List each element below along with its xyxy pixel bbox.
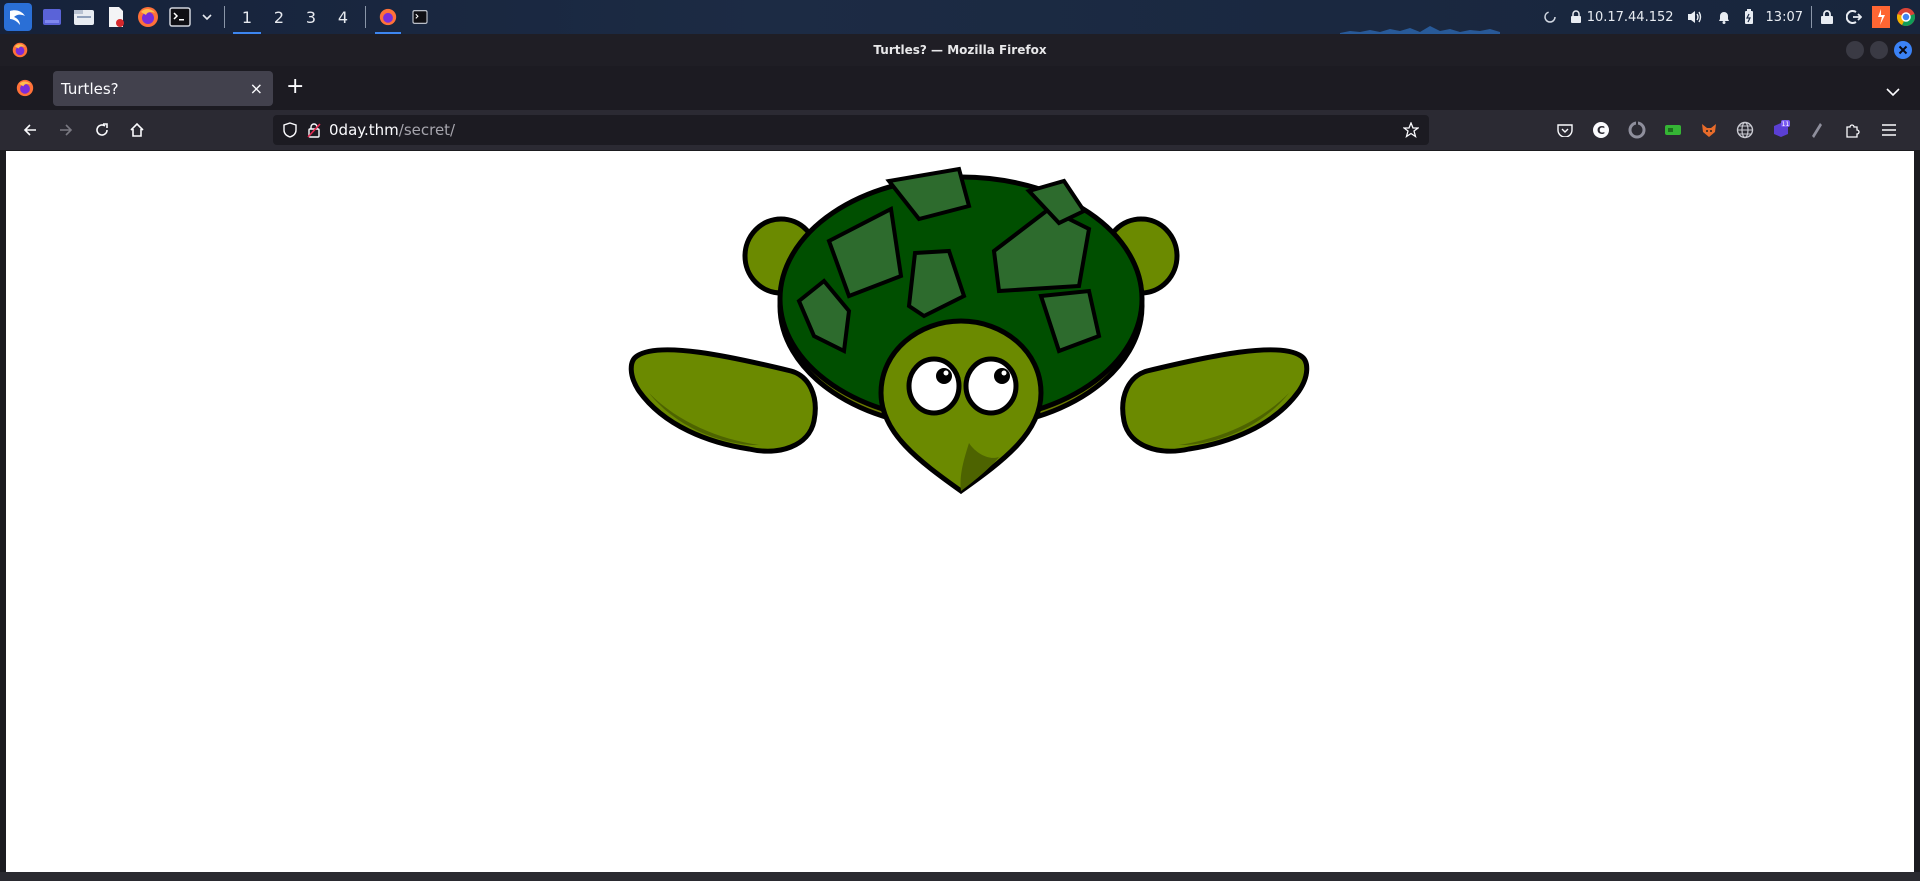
svg-text:C: C: [1597, 124, 1605, 137]
new-tab-button[interactable]: +: [286, 74, 304, 99]
hacktools-icon[interactable]: [1800, 110, 1834, 150]
logout-icon[interactable]: [1846, 0, 1862, 34]
shield-icon[interactable]: [283, 122, 297, 138]
window-bottom-border: [0, 872, 1920, 881]
svg-text:11: 11: [1782, 121, 1790, 128]
page-content: [6, 151, 1914, 872]
firefox-view-button[interactable]: [16, 79, 34, 101]
list-all-tabs-button[interactable]: [1886, 82, 1900, 101]
wappalyzer-icon[interactable]: 11: [1764, 110, 1798, 150]
lock-screen-icon[interactable]: [1820, 0, 1834, 34]
url-text: 0day.thm/secret/: [329, 121, 455, 139]
workspace-1[interactable]: 1: [231, 0, 263, 34]
window-titlebar[interactable]: Turtles? — Mozilla Firefox: [0, 34, 1920, 66]
chevron-down-icon: [1886, 88, 1900, 97]
terminal-icon: [412, 10, 428, 24]
fox-extension-icon[interactable]: [1692, 110, 1726, 150]
terminal-icon[interactable]: [167, 4, 193, 30]
maximize-button[interactable]: [1870, 41, 1888, 59]
text-editor-icon[interactable]: [103, 4, 129, 30]
firefox-icon: [16, 79, 34, 97]
tab-turtles[interactable]: Turtles? ×: [53, 71, 273, 106]
divider: [1811, 6, 1812, 28]
back-button[interactable]: [14, 110, 46, 150]
home-button[interactable]: [121, 110, 153, 150]
url-host: 0day.thm: [329, 121, 399, 139]
top-panel: 1 2 3 4 10.17.44.152 13:07: [0, 0, 1920, 34]
taskbar-terminal-window[interactable]: [404, 0, 436, 34]
back-arrow-icon: [23, 124, 36, 136]
pocket-icon[interactable]: [1548, 110, 1582, 150]
volume-icon[interactable]: [1686, 0, 1704, 34]
turtle-image: [628, 166, 1310, 495]
battery-icon[interactable]: [1744, 0, 1754, 34]
firefox-icon: [379, 8, 397, 26]
cookie-editor-icon[interactable]: C: [1584, 110, 1618, 150]
taskbar-firefox-window[interactable]: [372, 0, 404, 34]
url-path: /secret/: [398, 121, 456, 139]
reload-icon: [96, 123, 108, 136]
nav-toolbar: 0day.thm/secret/ C 11: [0, 110, 1920, 150]
url-bar[interactable]: 0day.thm/secret/: [273, 115, 1429, 145]
burpsuite-icon[interactable]: [1872, 0, 1890, 34]
forward-arrow-icon: [60, 124, 73, 136]
insecure-lock-icon[interactable]: [307, 122, 321, 138]
divider: [365, 6, 366, 28]
firefox-icon: [12, 42, 28, 58]
workspace-3[interactable]: 3: [295, 0, 327, 34]
window-title: Turtles? — Mozilla Firefox: [873, 43, 1047, 57]
workspace-2[interactable]: 2: [263, 0, 295, 34]
close-window-button[interactable]: [1894, 41, 1912, 59]
notifications-bell-icon[interactable]: [1716, 0, 1732, 34]
foxyproxy-icon[interactable]: [1656, 110, 1690, 150]
chrome-icon[interactable]: [1896, 0, 1916, 34]
workspace-4[interactable]: 4: [327, 0, 359, 34]
proxy-toggle-icon[interactable]: [1620, 110, 1654, 150]
divider: [224, 6, 225, 28]
minimize-button[interactable]: [1846, 41, 1864, 59]
network-activity-graph: [1340, 26, 1500, 34]
ip-address: 10.17.44.152: [1586, 9, 1674, 25]
hamburger-menu-icon[interactable]: [1872, 110, 1906, 150]
vpn-icon[interactable]: [1569, 0, 1583, 34]
close-icon: [1898, 45, 1908, 55]
files-icon[interactable]: [71, 4, 97, 30]
tab-label: Turtles?: [61, 79, 119, 98]
home-icon: [130, 122, 144, 137]
firefox-icon[interactable]: [135, 4, 161, 30]
clock[interactable]: 13:07: [1766, 0, 1803, 34]
tab-bar: Turtles? × +: [0, 66, 1920, 110]
desktop-icon[interactable]: [39, 4, 65, 30]
extensions-puzzle-icon[interactable]: [1836, 110, 1870, 150]
globe-icon[interactable]: [1728, 110, 1762, 150]
chevron-down-icon[interactable]: [199, 4, 215, 30]
loading-spinner-icon: [1543, 0, 1557, 34]
reload-button[interactable]: [86, 110, 118, 150]
bookmark-star-icon[interactable]: [1403, 122, 1419, 138]
tab-close-icon[interactable]: ×: [250, 79, 263, 98]
kali-menu-icon[interactable]: [4, 3, 32, 31]
forward-button[interactable]: [50, 110, 82, 150]
